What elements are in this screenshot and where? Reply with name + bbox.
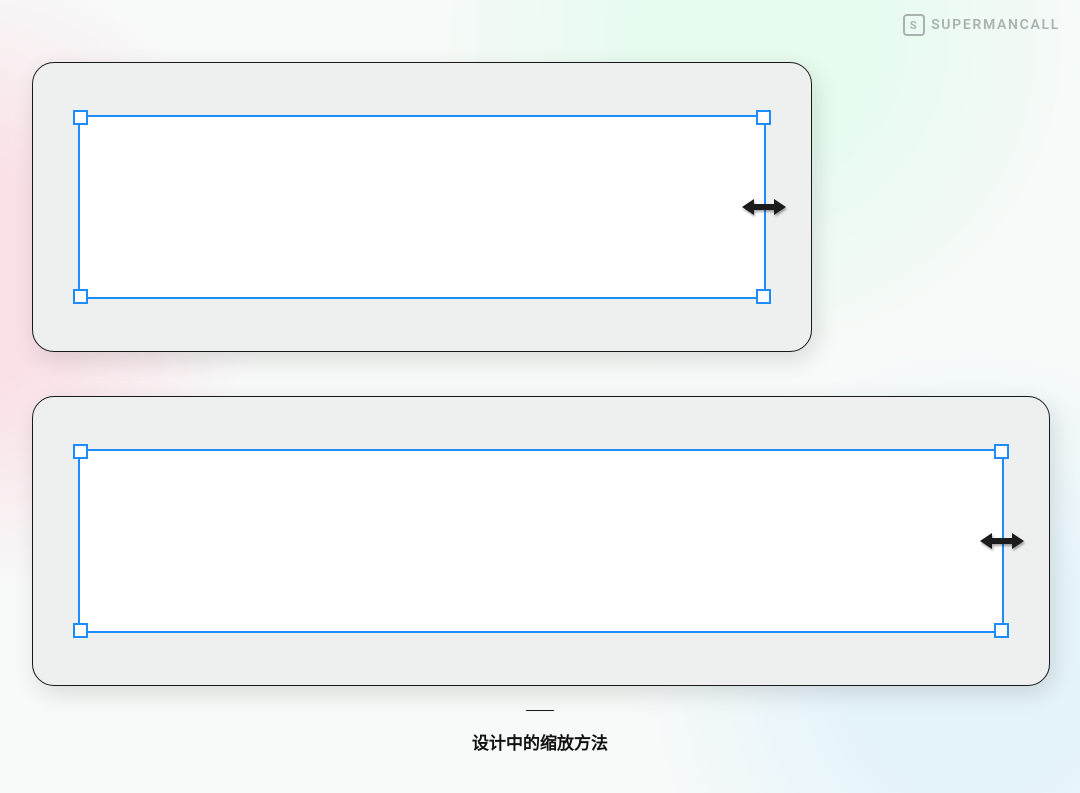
horizontal-resize-cursor-icon — [742, 198, 786, 216]
watermark-text: SUPERMANCALL — [931, 17, 1060, 33]
container-panel-narrow — [32, 62, 812, 352]
container-panel-wide — [32, 396, 1050, 686]
resize-handle-top-left[interactable] — [73, 444, 88, 459]
resize-handle-top-left[interactable] — [73, 110, 88, 125]
selection-frame[interactable] — [78, 449, 1004, 633]
resize-handle-top-right[interactable] — [756, 110, 771, 125]
watermark: S SUPERMANCALL — [903, 14, 1060, 36]
resize-handle-top-right[interactable] — [994, 444, 1009, 459]
resize-handle-bottom-left[interactable] — [73, 289, 88, 304]
resize-handle-bottom-left[interactable] — [73, 623, 88, 638]
selection-frame[interactable] — [78, 115, 766, 299]
figure-caption: 设计中的缩放方法 — [0, 710, 1080, 754]
watermark-logo-icon: S — [903, 14, 925, 36]
caption-text: 设计中的缩放方法 — [472, 734, 608, 754]
resize-handle-bottom-right[interactable] — [994, 623, 1009, 638]
resize-handle-bottom-right[interactable] — [756, 289, 771, 304]
horizontal-resize-cursor-icon — [980, 532, 1024, 550]
caption-divider-icon — [526, 710, 554, 711]
